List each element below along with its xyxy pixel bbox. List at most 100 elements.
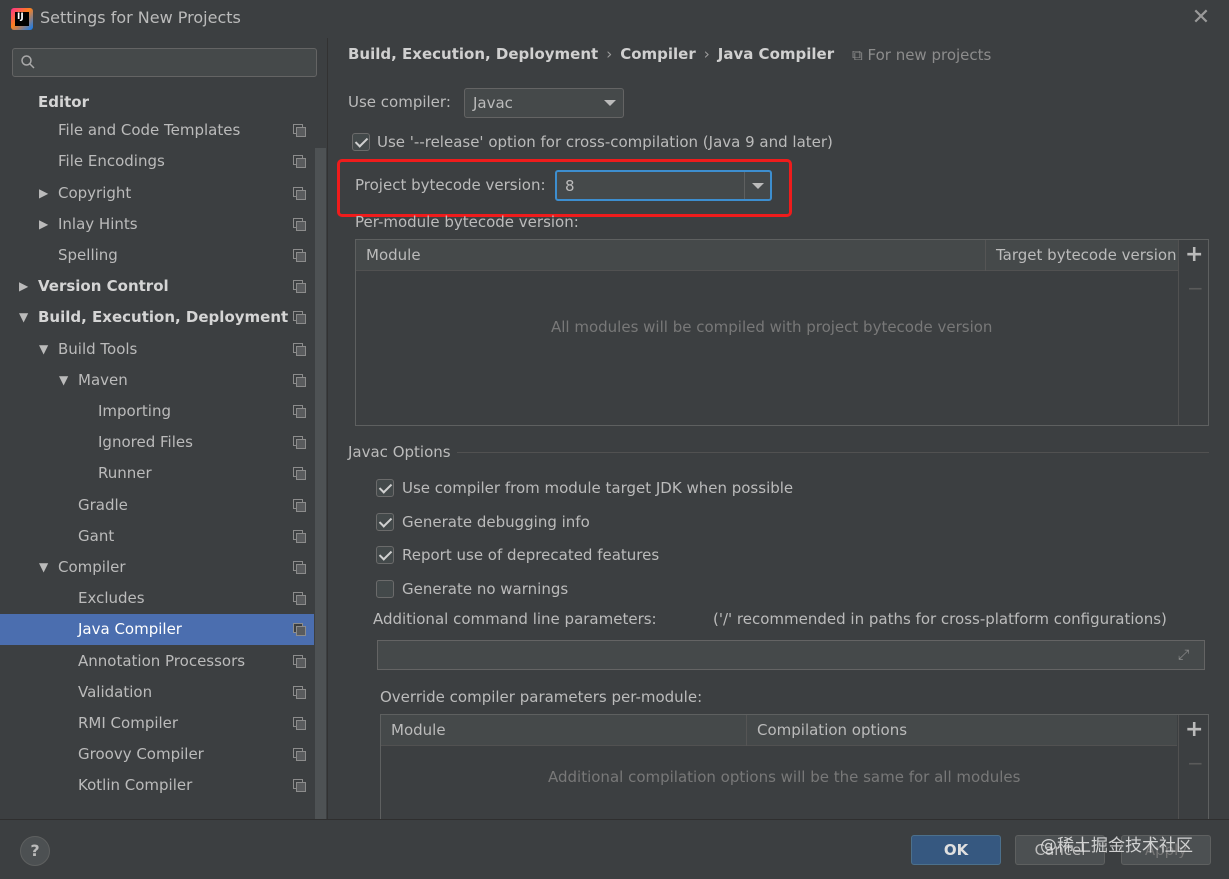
copy-icon	[293, 249, 306, 262]
copy-icon	[293, 654, 306, 668]
breadcrumb-item: Compiler	[620, 45, 696, 63]
use-module-jdk-label: Use compiler from module target JDK when…	[402, 479, 794, 497]
chevron-down-icon[interactable]: ▼	[39, 552, 53, 583]
sidebar-item-runner[interactable]: Runner	[0, 458, 314, 489]
breadcrumb-separator: ›	[703, 45, 710, 63]
copy-icon	[293, 779, 306, 793]
use-module-jdk-checkbox[interactable]	[376, 479, 394, 497]
remove-icon[interactable]: −	[1187, 751, 1204, 775]
javac-section-title: Javac Options	[348, 443, 451, 461]
copy-icon	[293, 342, 306, 356]
sidebar-item-inlay-hints[interactable]: ▶ Inlay Hints	[0, 209, 314, 240]
release-option-checkbox[interactable]	[352, 133, 370, 151]
deprecated-features-checkbox[interactable]	[376, 546, 394, 564]
params-hint: ('/' recommended in paths for cross-plat…	[713, 610, 1167, 628]
chevron-down-icon[interactable]: ▼	[59, 365, 73, 396]
sidebar-item-label: File and Code Templates	[58, 121, 241, 140]
copy-icon	[293, 436, 306, 450]
override-label: Override compiler parameters per-module:	[380, 688, 703, 706]
per-module-table[interactable]: Module Target bytecode version All modul…	[355, 239, 1209, 426]
params-label: Additional command line parameters:	[373, 610, 657, 628]
sidebar-item-validation[interactable]: Validation	[0, 677, 314, 708]
column-header-module[interactable]: Module	[381, 715, 446, 746]
close-icon[interactable]: ✕	[1190, 6, 1212, 30]
sidebar-item-label: File Encodings	[58, 152, 165, 171]
sidebar-item-compiler[interactable]: ▼ Compiler	[0, 552, 314, 583]
sidebar-item-rmi-compiler[interactable]: RMI Compiler	[0, 708, 314, 739]
params-input[interactable]: ⤢	[377, 640, 1205, 670]
debug-info-checkbox[interactable]	[376, 513, 394, 531]
sidebar-item-importing[interactable]: Importing	[0, 396, 314, 427]
copy-icon	[293, 498, 306, 512]
sidebar-item-label: Spelling	[58, 246, 118, 264]
copy-icon	[293, 186, 306, 200]
sidebar-sticky-header[interactable]: Editor	[0, 90, 314, 114]
sidebar-item-label: Annotation Processors	[78, 651, 246, 670]
column-header-target-version[interactable]: Target bytecode version	[986, 240, 1177, 271]
override-table[interactable]: Module Compilation options Additional co…	[380, 714, 1209, 824]
copy-icon	[293, 623, 306, 637]
sidebar-item-groovy-compiler[interactable]: Groovy Compiler	[0, 739, 314, 770]
sidebar-item-file-and-code-templates[interactable]: File and Code Templates	[0, 115, 314, 146]
expand-icon[interactable]: ⤢	[1178, 647, 1194, 663]
sidebar-item-label: Build Tools	[58, 339, 138, 358]
sidebar-item-maven[interactable]: ▼ Maven	[0, 365, 314, 396]
combo-divider	[744, 172, 745, 199]
sidebar-item-excludes[interactable]: Excludes	[0, 583, 314, 614]
sidebar-item-kotlin-compiler[interactable]: Kotlin Compiler	[0, 770, 314, 801]
sidebar-item-java-compiler[interactable]: Java Compiler	[0, 614, 314, 646]
sidebar-item-build-tools[interactable]: ▼ Build Tools	[0, 334, 314, 365]
table-header: Module Compilation options	[381, 715, 1177, 746]
bytecode-version-label: Project bytecode version:	[355, 176, 546, 194]
sidebar-item-gradle[interactable]: Gradle	[0, 490, 314, 521]
sidebar-item-annotation-processors[interactable]: Annotation Processors	[0, 646, 314, 677]
sidebar-item-label: Excludes	[78, 589, 145, 608]
sidebar-item-label: Groovy Compiler	[78, 745, 204, 764]
deprecated-features-label: Report use of deprecated features	[402, 546, 660, 564]
search-input[interactable]	[12, 48, 317, 77]
copy-icon	[293, 592, 306, 606]
sidebar-item-ignored-files[interactable]: Ignored Files	[0, 427, 314, 458]
use-compiler-value: Javac	[473, 94, 513, 112]
sidebar-item-version-control[interactable]: ▶ Version Control	[0, 271, 314, 302]
sidebar-item-gant[interactable]: Gant	[0, 521, 314, 552]
sidebar-item-spelling[interactable]: Spelling	[0, 240, 314, 271]
copy-icon	[293, 217, 306, 231]
column-header-compilation-options[interactable]: Compilation options	[747, 715, 907, 746]
sidebar-item-file-encodings[interactable]: File Encodings	[0, 146, 314, 177]
bytecode-version-value: 8	[565, 177, 575, 195]
copy-icon	[293, 748, 306, 762]
bytecode-version-select[interactable]: 8	[555, 170, 772, 201]
sidebar-item-build-execution-deployment[interactable]: ▼ Build, Execution, Deployment	[0, 302, 314, 333]
add-icon[interactable]: +	[1185, 717, 1203, 742]
debug-info-label: Generate debugging info	[402, 513, 590, 531]
ok-button[interactable]: OK	[911, 835, 1001, 865]
chevron-right-icon[interactable]: ▶	[39, 209, 53, 240]
help-button[interactable]: ?	[20, 836, 50, 866]
sidebar-item-copyright[interactable]: ▶ Copyright	[0, 178, 314, 209]
no-warnings-checkbox[interactable]	[376, 580, 394, 598]
sidebar-item-label: Inlay Hints	[58, 214, 138, 233]
chevron-right-icon[interactable]: ▶	[19, 271, 33, 302]
sidebar-item-label: Version Control	[38, 277, 169, 296]
chevron-down-icon[interactable]: ▼	[19, 302, 33, 333]
sidebar-scrollbar[interactable]	[315, 148, 326, 819]
column-header-module[interactable]: Module	[356, 240, 421, 271]
breadcrumb-item: Build, Execution, Deployment	[348, 45, 599, 63]
sidebar-item-label: Runner	[98, 464, 152, 483]
chevron-down-icon	[752, 183, 764, 189]
copy-icon: ⧉	[852, 46, 868, 64]
add-icon[interactable]: +	[1185, 242, 1203, 267]
section-divider	[457, 452, 1209, 453]
chevron-right-icon[interactable]: ▶	[39, 178, 53, 209]
sidebar-item-label: Build, Execution, Deployment	[38, 308, 289, 327]
copy-icon	[293, 280, 306, 294]
chevron-down-icon[interactable]: ▼	[39, 334, 53, 365]
sidebar-item-label: Java Compiler	[78, 620, 182, 639]
scope-text: For new projects	[867, 46, 992, 64]
sidebar-item-label: RMI Compiler	[78, 714, 179, 732]
table-toolbar: + −	[1178, 715, 1208, 823]
remove-icon[interactable]: −	[1187, 276, 1204, 300]
chevron-down-icon	[604, 100, 616, 106]
use-compiler-select[interactable]: Javac	[464, 88, 624, 118]
